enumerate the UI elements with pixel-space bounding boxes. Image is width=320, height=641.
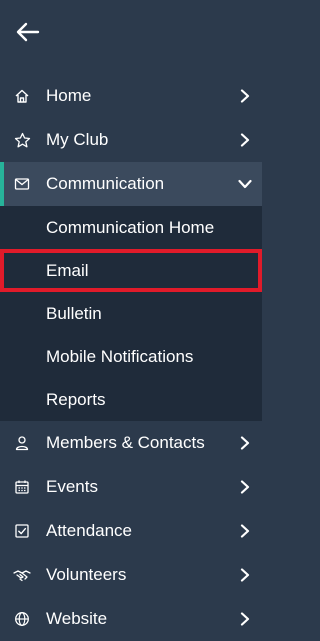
submenu-item-label: Reports xyxy=(46,389,106,409)
handshake-icon xyxy=(13,566,31,584)
person-icon xyxy=(13,434,31,452)
sidebar-item-home[interactable]: Home xyxy=(0,74,262,118)
arrow-left-icon xyxy=(16,22,40,42)
star-icon xyxy=(13,131,31,149)
communication-submenu: Communication Home Email Bulletin Mobile… xyxy=(0,206,262,421)
sidebar-item-label: My Club xyxy=(46,130,109,149)
submenu-item-bulletin[interactable]: Bulletin xyxy=(0,292,262,335)
sidebar-item-my-club[interactable]: My Club xyxy=(0,118,262,162)
submenu-item-label: Email xyxy=(46,260,89,280)
chevron-right-icon xyxy=(238,612,252,626)
chevron-right-icon xyxy=(238,133,252,147)
chevron-right-icon xyxy=(238,568,252,582)
submenu-item-reports[interactable]: Reports xyxy=(0,378,262,421)
submenu-item-label: Mobile Notifications xyxy=(46,346,194,366)
submenu-item-email[interactable]: Email xyxy=(0,249,262,292)
sidebar-item-label: Volunteers xyxy=(46,565,127,584)
chevron-right-icon xyxy=(238,524,252,538)
calendar-icon xyxy=(13,478,31,496)
envelope-icon xyxy=(13,175,31,193)
sidebar-item-label: Home xyxy=(46,86,92,105)
sidebar-nav: Home My Club Communication Communication… xyxy=(0,74,262,641)
sidebar-item-volunteers[interactable]: Volunteers xyxy=(0,553,262,597)
sidebar-item-label: Attendance xyxy=(46,521,133,540)
sidebar-item-label: Communication xyxy=(46,174,165,193)
back-button[interactable] xyxy=(15,20,41,44)
sidebar-item-label: Members & Contacts xyxy=(46,433,205,452)
chevron-right-icon xyxy=(238,89,252,103)
sidebar-item-label: Website xyxy=(46,609,108,628)
sidebar-item-members-contacts[interactable]: Members & Contacts xyxy=(0,421,262,465)
submenu-item-communication-home[interactable]: Communication Home xyxy=(0,206,262,249)
submenu-item-mobile-notifications[interactable]: Mobile Notifications xyxy=(0,335,262,378)
sidebar-item-website[interactable]: Website xyxy=(0,597,262,641)
sidebar-item-communication[interactable]: Communication xyxy=(0,162,262,206)
sidebar-item-label: Events xyxy=(46,477,98,496)
chevron-right-icon xyxy=(238,436,252,450)
submenu-item-label: Bulletin xyxy=(46,303,102,323)
home-icon xyxy=(13,87,31,105)
sidebar-header xyxy=(0,0,262,64)
checkbox-icon xyxy=(13,522,31,540)
chevron-down-icon xyxy=(238,177,252,191)
globe-icon xyxy=(13,610,31,628)
chevron-right-icon xyxy=(238,480,252,494)
sidebar-item-events[interactable]: Events xyxy=(0,465,262,509)
submenu-item-label: Communication Home xyxy=(46,217,215,237)
sidebar-item-attendance[interactable]: Attendance xyxy=(0,509,262,553)
